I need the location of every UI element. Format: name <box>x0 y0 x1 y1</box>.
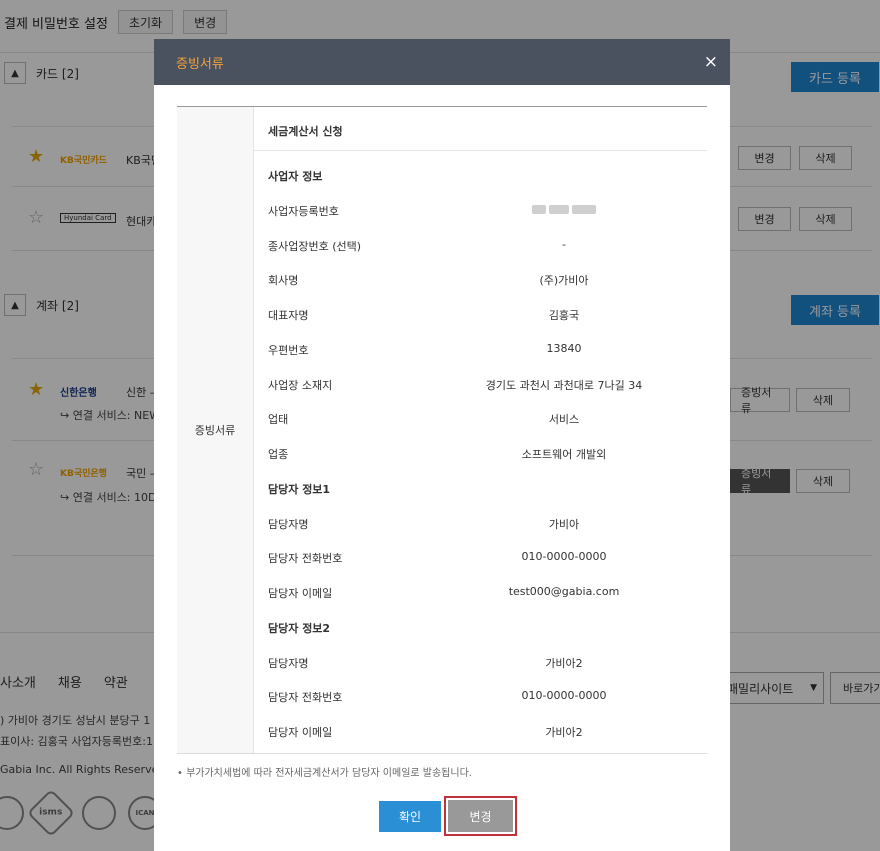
info-label: 담당자 전화번호 <box>268 691 343 705</box>
info-value: 김홍국 <box>548 309 580 322</box>
table-left-label: 증빙서류 <box>177 107 254 753</box>
table-content: 세금계산서 신청 사업자 정보사업자등록번호종사업장번호 (선택) - 회사명 (주)… <box>254 107 707 753</box>
modal-title: 증빙서류 <box>176 56 224 72</box>
info-row: 사업장 소재지 경기도 과천시 과천대로 7나길 34 <box>254 375 707 395</box>
info-value: 010-0000-0000 <box>521 689 607 703</box>
info-label: 담당자명 <box>268 656 309 670</box>
confirm-button[interactable]: 확인 <box>379 801 441 832</box>
close-icon[interactable]: × <box>704 52 718 72</box>
tax-notice: • 부가가치세법에 따라 전자세금계산서가 담당자 이메일로 발송됩니다. <box>177 768 472 779</box>
info-value: 가비아2 <box>545 656 583 670</box>
info-value: (주)가비아 <box>539 274 589 288</box>
section-heading-label: 담당자 정보2 <box>268 621 331 635</box>
section-heading: 담당자 정보2 <box>254 618 707 638</box>
info-label: 사업장 소재지 <box>268 378 333 392</box>
divider <box>254 150 707 151</box>
tax-invoice-title: 세금계산서 신청 <box>268 125 343 138</box>
info-label: 담당자명 <box>268 517 309 531</box>
redacted-value-mark <box>532 205 596 215</box>
info-value: 소프트웨어 개발외 <box>521 448 607 461</box>
change-button-highlight: 변경 <box>444 796 517 836</box>
info-label: 업태 <box>268 413 289 427</box>
modal-header: 증빙서류 × <box>154 39 730 85</box>
info-label: 대표자명 <box>268 309 309 322</box>
info-label: 담당자 이메일 <box>268 726 333 739</box>
info-value: 서비스 <box>548 413 580 427</box>
info-label: 회사명 <box>268 274 299 288</box>
change-button[interactable]: 변경 <box>448 800 513 832</box>
info-label: 우편번호 <box>268 343 309 357</box>
info-value: 가비아2 <box>545 726 583 739</box>
evidence-doc-modal: 증빙서류 × 증빙서류 세금계산서 신청 사업자 정보사업자등록번호종사업장번호… <box>154 39 730 851</box>
info-row: 종사업장번호 (선택) - <box>254 236 707 256</box>
info-value: - <box>562 237 566 251</box>
info-row: 업태 서비스 <box>254 409 707 429</box>
info-row: 우편번호 13840 <box>254 340 707 360</box>
info-row: 회사명 (주)가비아 <box>254 270 707 290</box>
info-row: 대표자명 김홍국 <box>254 305 707 325</box>
info-label: 담당자 이메일 <box>268 587 333 600</box>
info-label: 사업자등록번호 <box>268 204 339 218</box>
info-value: 가비아 <box>548 517 580 531</box>
info-row: 담당자 전화번호 010-0000-0000 <box>254 687 707 707</box>
section-heading-label: 담당자 정보1 <box>268 482 331 496</box>
info-row: 담당자 이메일 test000@gabia.com <box>254 583 707 603</box>
info-value: 13840 <box>546 341 582 355</box>
info-row: 담당자 전화번호 010-0000-0000 <box>254 548 707 568</box>
info-value: test000@gabia.com <box>508 585 620 598</box>
info-row: 사업자등록번호 <box>254 201 707 221</box>
info-label: 담당자 전화번호 <box>268 552 343 566</box>
blurred-value <box>394 203 734 216</box>
section-heading: 담당자 정보1 <box>254 479 707 499</box>
info-value: 010-0000-0000 <box>521 550 607 564</box>
info-label: 업종 <box>268 448 289 461</box>
section-heading-label: 사업자 정보 <box>268 170 323 183</box>
info-row: 담당자명 가비아2 <box>254 653 707 673</box>
info-value: 경기도 과천시 과천대로 7나길 34 <box>485 378 643 392</box>
section-heading: 사업자 정보 <box>254 166 707 186</box>
info-row: 담당자명 가비아 <box>254 514 707 534</box>
info-row: 업종 소프트웨어 개발외 <box>254 444 707 464</box>
info-row: 담당자 이메일 가비아2 <box>254 722 707 742</box>
info-label: 종사업장번호 (선택) <box>268 239 362 253</box>
tax-invoice-table: 증빙서류 세금계산서 신청 사업자 정보사업자등록번호종사업장번호 (선택) - 회… <box>177 106 707 754</box>
